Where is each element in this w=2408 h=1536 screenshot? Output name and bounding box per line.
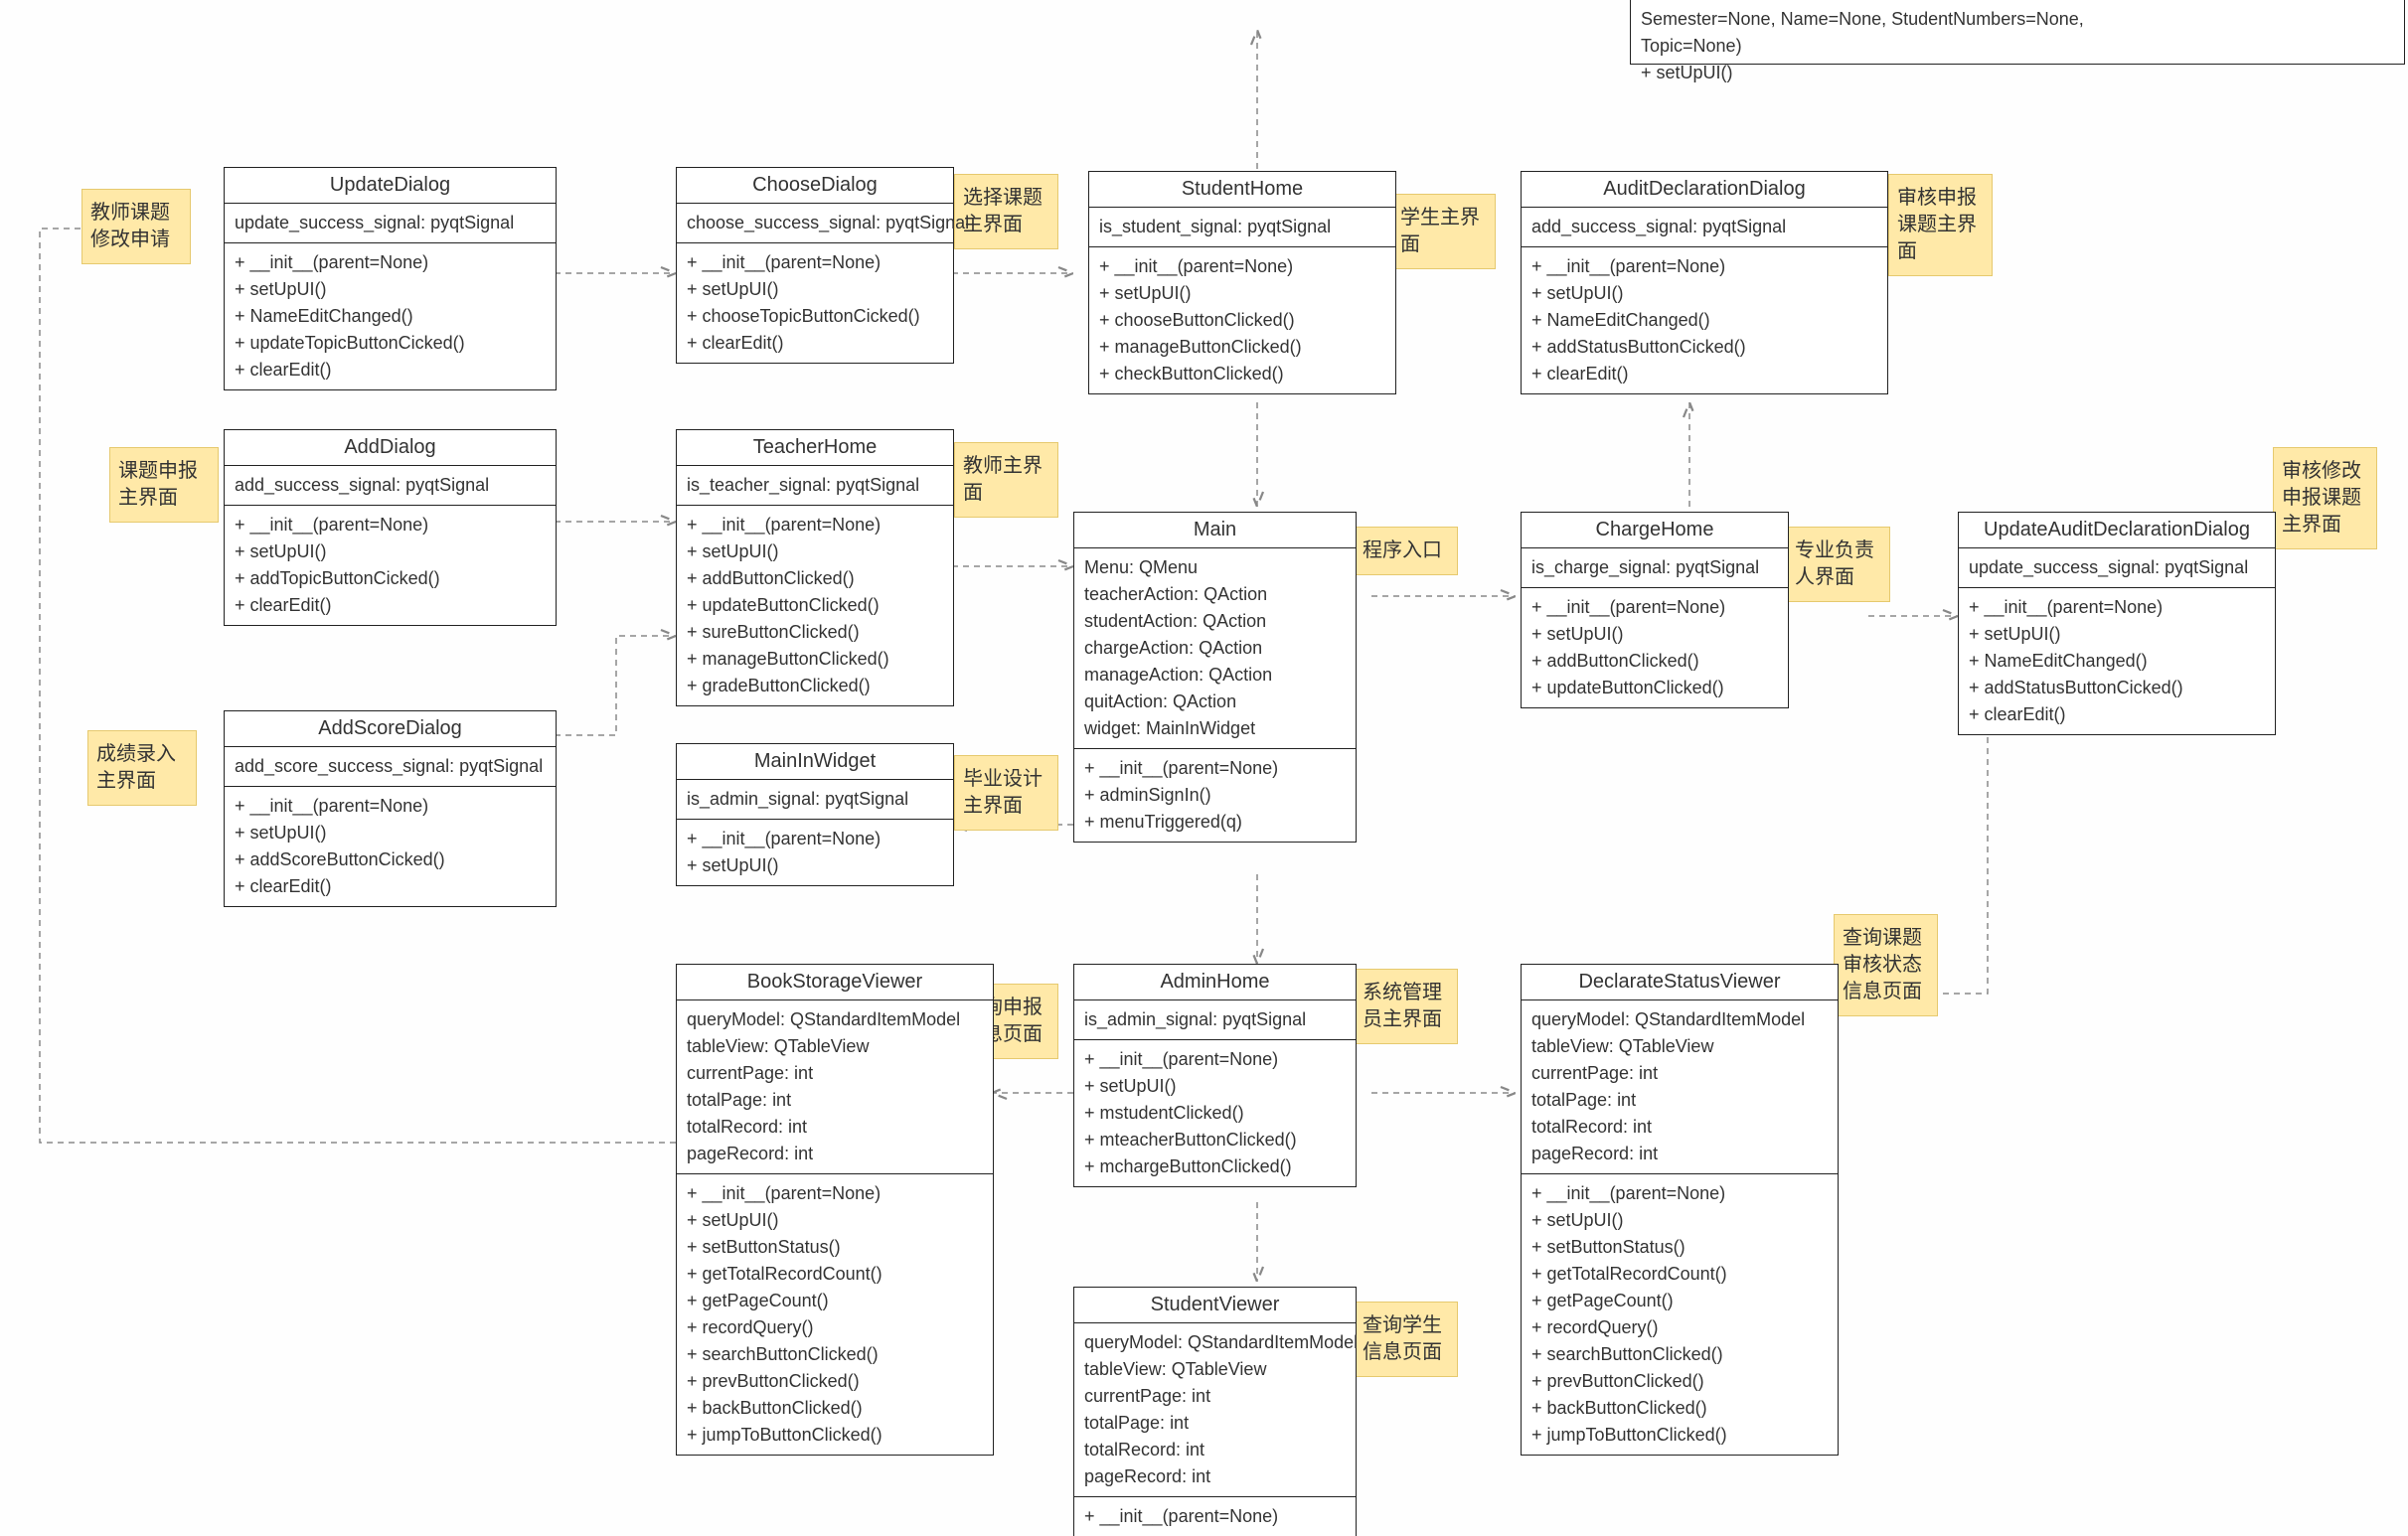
class-title: Main [1074, 513, 1356, 548]
class-attrs: add_success_signal: pyqtSignal [1522, 208, 1887, 247]
class-attrs: is_charge_signal: pyqtSignal [1522, 548, 1788, 588]
class-ops: + __init__(parent=None) + setUpUI() + ad… [225, 506, 556, 625]
class-title: StudentViewer [1074, 1288, 1356, 1323]
class-attrs: Menu: QMenu teacherAction: QAction stude… [1074, 548, 1356, 749]
class-teacher-home: TeacherHome is_teacher_signal: pyqtSigna… [676, 429, 954, 706]
class-title: MainInWidget [677, 744, 953, 780]
class-title: ChooseDialog [677, 168, 953, 204]
class-ops: + __init__(parent=None) + setUpUI() + ad… [1522, 588, 1788, 707]
uml-canvas: Semester=None, Name=None, StudentNumbers… [0, 0, 2408, 1504]
class-attrs: queryModel: QStandardItemModel tableView… [1074, 1323, 1356, 1497]
class-update-audit-declaration: UpdateAuditDeclarationDialog update_succ… [1958, 512, 2276, 735]
class-attrs: add_score_success_signal: pyqtSignal [225, 747, 556, 787]
class-book-storage-viewer: BookStorageViewer queryModel: QStandardI… [676, 964, 994, 1456]
note-main: 程序入口 [1354, 527, 1458, 575]
note-student-viewer: 查询学生 信息页面 [1354, 1302, 1458, 1377]
class-attrs: choose_success_signal: pyqtSignal [677, 204, 953, 243]
class-student-home: StudentHome is_student_signal: pyqtSigna… [1088, 171, 1396, 394]
class-main: Main Menu: QMenu teacherAction: QAction … [1073, 512, 1357, 843]
class-attrs: update_success_signal: pyqtSignal [225, 204, 556, 243]
class-ops: + __init__(parent=None) + setUpUI() + ad… [225, 787, 556, 906]
note-add-dialog: 课题申报 主界面 [109, 447, 219, 523]
class-title: AuditDeclarationDialog [1522, 172, 1887, 208]
class-title: TeacherHome [677, 430, 953, 466]
class-title: DeclarateStatusViewer [1522, 965, 1838, 1000]
class-choose-dialog: ChooseDialog choose_success_signal: pyqt… [676, 167, 954, 364]
class-attrs: add_success_signal: pyqtSignal [225, 466, 556, 506]
class-title: AddScoreDialog [225, 711, 556, 747]
class-title: UpdateDialog [225, 168, 556, 204]
class-fragment-top: Semester=None, Name=None, StudentNumbers… [1630, 0, 2405, 65]
class-ops: + __init__(parent=None) + setUpUI() + se… [1522, 1174, 1838, 1455]
note-update-audit: 审核修改 申报课题 主界面 [2273, 447, 2377, 549]
note-add-score: 成绩录入 主界面 [87, 730, 197, 806]
class-ops: + __init__(parent=None) + setUpUI() + ch… [677, 243, 953, 363]
class-attrs: is_admin_signal: pyqtSignal [1074, 1000, 1356, 1040]
note-update-dialog: 教师课题 修改申请 [81, 189, 191, 264]
class-ops: + __init__(parent=None) + setUpUI() + ch… [1089, 247, 1395, 393]
note-choose-dialog: 选择课题 主界面 [954, 174, 1058, 249]
class-title: ChargeHome [1522, 513, 1788, 548]
class-title: UpdateAuditDeclarationDialog [1959, 513, 2275, 548]
class-ops: + __init__(parent=None) [1074, 1497, 1356, 1536]
class-attrs: queryModel: QStandardItemModel tableView… [677, 1000, 993, 1174]
class-title: AdminHome [1074, 965, 1356, 1000]
class-title: BookStorageViewer [677, 965, 993, 1000]
class-title: AddDialog [225, 430, 556, 466]
class-student-viewer: StudentViewer queryModel: QStandardItemM… [1073, 1287, 1357, 1536]
class-attrs: is_admin_signal: pyqtSignal [677, 780, 953, 820]
class-ops: + __init__(parent=None) + setUpUI() [677, 820, 953, 885]
class-admin-home: AdminHome is_admin_signal: pyqtSignal + … [1073, 964, 1357, 1187]
class-charge-home: ChargeHome is_charge_signal: pyqtSignal … [1521, 512, 1789, 708]
class-declarate-status-viewer: DeclarateStatusViewer queryModel: QStand… [1521, 964, 1839, 1456]
class-ops: + __init__(parent=None) + setUpUI() + ad… [677, 506, 953, 705]
note-student-home: 学生主界 面 [1391, 194, 1496, 269]
class-audit-declaration: AuditDeclarationDialog add_success_signa… [1521, 171, 1888, 394]
note-admin-home: 系统管理 员主界面 [1354, 969, 1458, 1044]
note-audit-declaration: 审核申报 课题主界 面 [1888, 174, 1993, 276]
note-declarate-status: 查询课题 审核状态 信息页面 [1834, 914, 1938, 1016]
note-teacher-home: 教师主界 面 [954, 442, 1058, 518]
class-add-score-dialog: AddScoreDialog add_score_success_signal:… [224, 710, 557, 907]
class-ops: + __init__(parent=None) + adminSignIn() … [1074, 749, 1356, 842]
class-add-dialog: AddDialog add_success_signal: pyqtSignal… [224, 429, 557, 626]
class-main-in-widget: MainInWidget is_admin_signal: pyqtSignal… [676, 743, 954, 886]
class-ops: + __init__(parent=None) + setUpUI() + Na… [1959, 588, 2275, 734]
class-attrs: update_success_signal: pyqtSignal [1959, 548, 2275, 588]
class-ops: + __init__(parent=None) + setUpUI() + Na… [225, 243, 556, 389]
class-attrs: queryModel: QStandardItemModel tableView… [1522, 1000, 1838, 1174]
class-ops: + __init__(parent=None) + setUpUI() + Na… [1522, 247, 1887, 393]
class-ops: + __init__(parent=None) + setUpUI() + ms… [1074, 1040, 1356, 1186]
class-attrs: is_student_signal: pyqtSignal [1089, 208, 1395, 247]
class-update-dialog: UpdateDialog update_success_signal: pyqt… [224, 167, 557, 390]
note-main-in-widget: 毕业设计 主界面 [954, 755, 1058, 831]
class-fragment-text: Semester=None, Name=None, StudentNumbers… [1631, 0, 2404, 92]
class-title: StudentHome [1089, 172, 1395, 208]
note-charge-home: 专业负责 人界面 [1786, 527, 1890, 602]
class-attrs: is_teacher_signal: pyqtSignal [677, 466, 953, 506]
class-ops: + __init__(parent=None) + setUpUI() + se… [677, 1174, 993, 1455]
